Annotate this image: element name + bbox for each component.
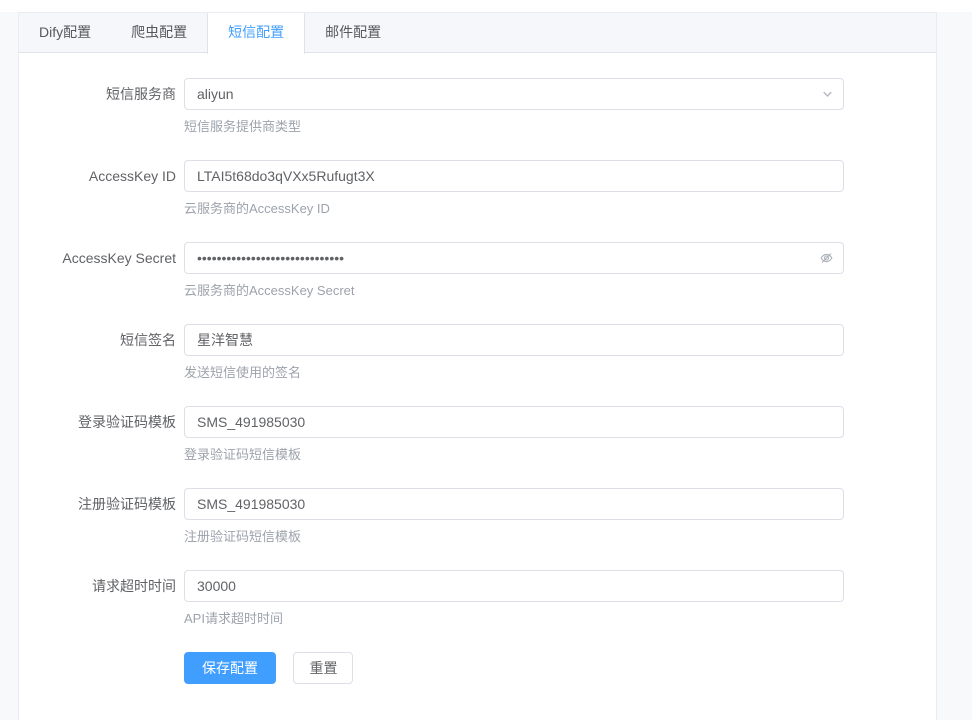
tab-crawler-config[interactable]: 爬虫配置 <box>111 13 207 52</box>
request-timeout-label: 请求超时时间 <box>34 570 184 628</box>
form-item-sms-provider: 短信服务商 aliyun 短信服务提供商类型 <box>34 78 921 136</box>
chevron-down-icon <box>821 88 834 101</box>
accesskey-secret-help: 云服务商的AccessKey Secret <box>184 282 844 300</box>
accesskey-id-input[interactable] <box>185 161 843 191</box>
accesskey-secret-label: AccessKey Secret <box>34 242 184 300</box>
form-item-accesskey-secret: AccessKey Secret 云服务商的AccessKey Secret <box>34 242 921 300</box>
form-item-login-code-template: 登录验证码模板 登录验证码短信模板 <box>34 406 921 464</box>
sms-provider-selected-value: aliyun <box>185 86 246 102</box>
form-item-accesskey-id: AccessKey ID 云服务商的AccessKey ID <box>34 160 921 218</box>
button-row-spacer <box>34 652 184 684</box>
form-buttons-row: 保存配置 重置 <box>34 652 921 684</box>
save-config-button[interactable]: 保存配置 <box>184 652 276 684</box>
page-background-left <box>0 12 18 720</box>
eye-off-icon[interactable] <box>819 251 834 266</box>
sms-provider-help: 短信服务提供商类型 <box>184 118 844 136</box>
sms-config-form: 短信服务商 aliyun 短信服务提供商类型 AccessKey ID 云服务商… <box>19 53 936 684</box>
config-card: Dify配置 爬虫配置 短信配置 邮件配置 短信服务商 aliyun 短信服务提… <box>18 12 937 720</box>
register-code-template-label: 注册验证码模板 <box>34 488 184 546</box>
register-code-template-input[interactable] <box>185 489 843 519</box>
sms-provider-select[interactable]: aliyun <box>184 78 844 110</box>
tab-dify-config[interactable]: Dify配置 <box>19 13 111 52</box>
sms-signature-help: 发送短信使用的签名 <box>184 364 844 382</box>
login-code-template-input[interactable] <box>185 407 843 437</box>
sms-signature-input[interactable] <box>185 325 843 355</box>
accesskey-id-label: AccessKey ID <box>34 160 184 218</box>
tabs-header: Dify配置 爬虫配置 短信配置 邮件配置 <box>19 13 936 53</box>
form-item-register-code-template: 注册验证码模板 注册验证码短信模板 <box>34 488 921 546</box>
request-timeout-input[interactable] <box>185 571 843 601</box>
tab-sms-config[interactable]: 短信配置 <box>207 13 305 54</box>
register-code-template-help: 注册验证码短信模板 <box>184 528 844 546</box>
accesskey-id-help: 云服务商的AccessKey ID <box>184 200 844 218</box>
login-code-template-label: 登录验证码模板 <box>34 406 184 464</box>
accesskey-secret-input[interactable] <box>185 243 843 273</box>
sms-provider-label: 短信服务商 <box>34 78 184 136</box>
form-item-request-timeout: 请求超时时间 API请求超时时间 <box>34 570 921 628</box>
sms-signature-label: 短信签名 <box>34 324 184 382</box>
login-code-template-help: 登录验证码短信模板 <box>184 446 844 464</box>
request-timeout-help: API请求超时时间 <box>184 610 844 628</box>
reset-button[interactable]: 重置 <box>293 652 353 684</box>
form-item-sms-signature: 短信签名 发送短信使用的签名 <box>34 324 921 382</box>
page-background-right <box>937 12 972 720</box>
tab-mail-config[interactable]: 邮件配置 <box>305 13 401 52</box>
